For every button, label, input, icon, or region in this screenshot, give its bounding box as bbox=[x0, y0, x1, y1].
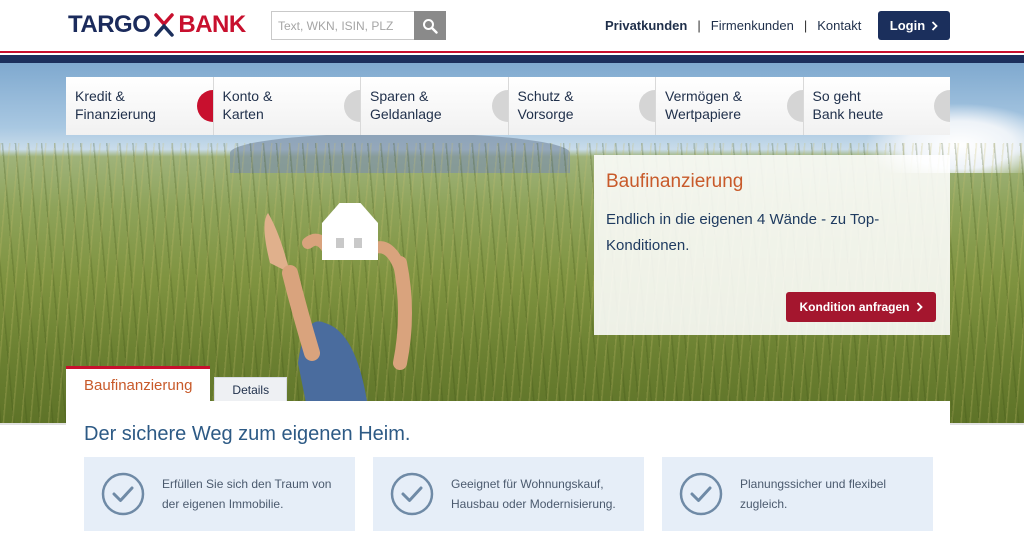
category-kredit-finanzierung[interactable]: Kredit & Finanzierung bbox=[66, 77, 214, 135]
search-icon bbox=[423, 18, 438, 34]
chevron-right-icon bbox=[916, 302, 923, 312]
tab-indicator bbox=[639, 90, 656, 122]
logo-x-icon bbox=[154, 13, 175, 37]
checkmark-circle-icon bbox=[101, 472, 145, 516]
category-label-line1: Konto & bbox=[222, 88, 273, 104]
category-label-line1: So geht bbox=[812, 88, 861, 104]
tab-indicator bbox=[344, 90, 361, 122]
category-label-line2: Karten bbox=[222, 106, 264, 122]
search-bar bbox=[271, 11, 446, 40]
tab-indicator bbox=[934, 90, 950, 122]
category-vermoegen-wertpapiere[interactable]: Vermögen & Wertpapiere bbox=[656, 77, 804, 135]
feature-text-line1: Planungssicher und flexibel bbox=[740, 477, 887, 491]
tab-details[interactable]: Details bbox=[214, 377, 288, 401]
tab-indicator bbox=[786, 90, 803, 122]
category-label-line1: Schutz & bbox=[517, 88, 574, 104]
search-input[interactable] bbox=[271, 11, 414, 40]
feature-text-line1: Geeignet für Wohnungskauf, bbox=[451, 477, 604, 491]
teaser-title: Baufinanzierung bbox=[606, 171, 744, 192]
category-schutz-vorsorge[interactable]: Schutz & Vorsorge bbox=[508, 77, 656, 135]
logo-text-right: BANK bbox=[178, 11, 246, 38]
feature-text: Erfüllen Sie sich den Traum von der eige… bbox=[162, 474, 331, 514]
chevron-right-icon bbox=[932, 20, 938, 31]
header-divider-blue bbox=[0, 55, 1024, 63]
targobank-logo[interactable]: TARGO BANK bbox=[68, 11, 246, 39]
kondition-anfragen-button[interactable]: Kondition anfragen bbox=[786, 292, 936, 322]
feature-card: Planungssicher und flexibel zugleich. bbox=[662, 457, 933, 531]
category-label-line2: Geldanlage bbox=[370, 106, 442, 122]
category-label-line2: Vorsorge bbox=[517, 106, 574, 122]
tab-indicator bbox=[491, 90, 508, 122]
nav-separator: | bbox=[803, 18, 808, 33]
feature-card: Geeignet für Wohnungskauf, Hausbau oder … bbox=[373, 457, 644, 531]
top-nav-kontakt[interactable]: Kontakt bbox=[817, 18, 861, 33]
hero-teaser-box: Baufinanzierung Endlich in die eigenen 4… bbox=[594, 155, 950, 335]
category-label-line1: Sparen & bbox=[370, 88, 429, 104]
tab-baufinanzierung[interactable]: Baufinanzierung bbox=[66, 366, 211, 401]
category-sparen-geldanlage[interactable]: Sparen & Geldanlage bbox=[361, 77, 509, 135]
feature-card: Erfüllen Sie sich den Traum von der eige… bbox=[84, 457, 355, 531]
category-label-line2: Wertpapiere bbox=[665, 106, 742, 122]
login-label: Login bbox=[889, 18, 926, 33]
top-nav-firmenkunden[interactable]: Firmenkunden bbox=[711, 18, 794, 33]
content-tabs: Baufinanzierung Details bbox=[66, 366, 288, 401]
feature-text: Planungssicher und flexibel zugleich. bbox=[740, 474, 886, 514]
feature-text-line2: zugleich. bbox=[740, 497, 788, 511]
feature-text-line2: Hausbau oder Modernisierung. bbox=[451, 497, 616, 511]
tab-indicator bbox=[196, 90, 213, 122]
top-nav-privatkunden[interactable]: Privatkunden bbox=[605, 18, 687, 33]
category-nav: Kredit & Finanzierung Konto & Karten Spa… bbox=[66, 77, 950, 135]
logo-text-left: TARGO bbox=[68, 11, 151, 38]
teaser-text: Endlich in die eigenen 4 Wände - zu Top-… bbox=[606, 211, 880, 254]
checkmark-circle-icon bbox=[679, 472, 723, 516]
teaser-button-label: Kondition anfragen bbox=[799, 300, 910, 314]
feature-text: Geeignet für Wohnungskauf, Hausbau oder … bbox=[451, 474, 616, 514]
checkmark-circle-icon bbox=[390, 472, 434, 516]
search-button[interactable] bbox=[414, 11, 446, 40]
content-panel: Der sichere Weg zum eigenen Heim. Erfüll… bbox=[66, 401, 950, 551]
feature-text-line1: Erfüllen Sie sich den Traum von bbox=[162, 477, 332, 491]
top-nav: Privatkunden | Firmenkunden | Kontakt bbox=[605, 18, 861, 33]
category-konto-karten[interactable]: Konto & Karten bbox=[213, 77, 361, 135]
content-heading: Der sichere Weg zum eigenen Heim. bbox=[84, 423, 411, 445]
category-label-line1: Vermögen & bbox=[665, 88, 743, 104]
login-button[interactable]: Login bbox=[878, 11, 950, 40]
category-label-line2: Bank heute bbox=[812, 106, 884, 122]
feature-list: Erfüllen Sie sich den Traum von der eige… bbox=[84, 457, 933, 531]
header-divider-red bbox=[0, 51, 1024, 53]
nav-separator: | bbox=[697, 18, 701, 33]
feature-text-line2: der eigenen Immobilie. bbox=[162, 497, 284, 511]
category-so-geht-bank-heute[interactable]: So geht Bank heute bbox=[803, 77, 950, 135]
category-label-line1: Kredit & bbox=[75, 88, 125, 104]
header: TARGO BANK Privatkunden | Firmenkunden |… bbox=[0, 0, 1024, 50]
category-label-line2: Finanzierung bbox=[75, 106, 156, 122]
